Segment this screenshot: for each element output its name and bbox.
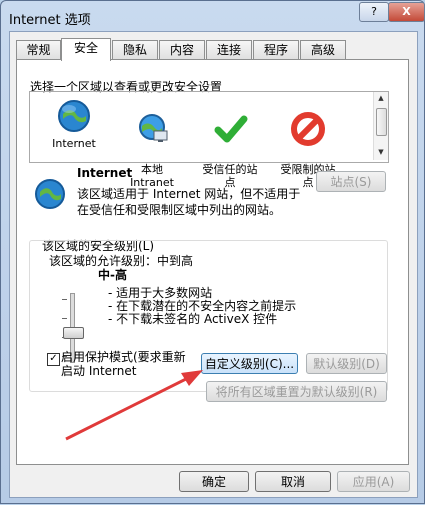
red-arrow-annotation xyxy=(65,370,203,441)
internet-options-window: Internet 选项 ? X 常规 安全 隐私 内容 连接 程序 高级 选择一… xyxy=(0,0,425,504)
tab-security[interactable]: 安全 xyxy=(61,38,111,61)
